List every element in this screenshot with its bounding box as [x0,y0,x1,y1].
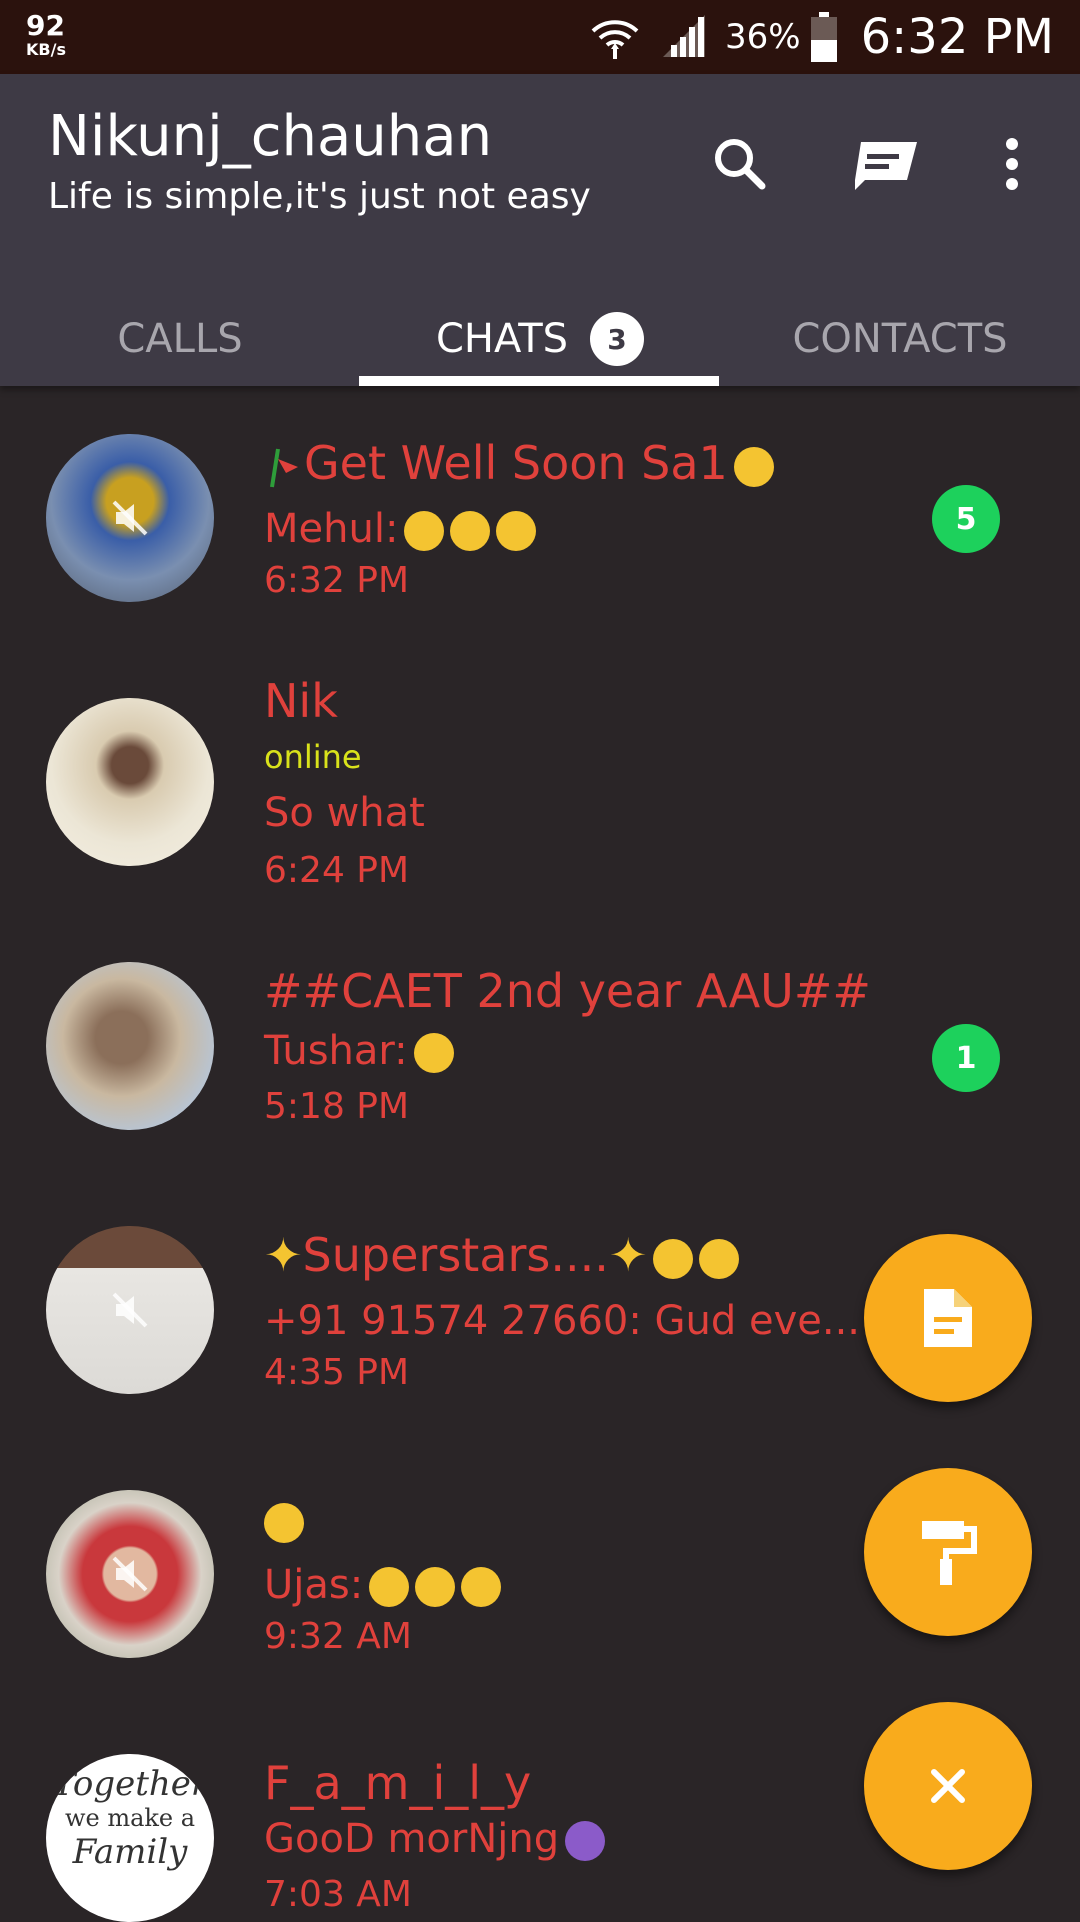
avatar-text: we make a [64,1804,196,1832]
chat-preview-text: Tushar: [264,1028,408,1074]
chat-name [264,1492,304,1546]
chat-time: 7:03 AM [264,1874,412,1915]
avatar-text: Family [72,1832,188,1872]
tab-bar: CALLS CHATS 3 CONTACTS [0,292,1080,386]
avatar-text: Together [52,1764,208,1804]
tab-chats-label: CHATS [435,316,569,362]
tongue-emoji-icon [496,511,537,551]
profile-status[interactable]: Life is simple,it's just not easy [48,176,591,217]
network-speed: 92 KB/s [26,12,66,58]
avatar [46,1490,214,1658]
tab-contacts[interactable]: CONTACTS [720,292,1080,386]
chat-time: 6:32 PM [264,560,410,601]
kiss-emoji-icon [415,1567,456,1607]
status-indicators: 36% 6:32 PM [589,0,1054,74]
unread-badge: 5 [932,485,1000,553]
close-fab[interactable] [864,1702,1032,1870]
chat-item-nik[interactable]: Nik online So what 6:24 PM [0,674,1080,894]
avatar [46,698,214,866]
compose-icon[interactable] [846,124,926,204]
chat-name-text: Superstars.... [302,1228,609,1282]
chat-name: ✦Superstars....✦ [264,1228,740,1282]
mute-icon [112,1292,148,1328]
devil-emoji-icon [565,1821,606,1861]
chat-preview-text: GooD morNjng [264,1816,560,1862]
online-status: online [264,738,362,776]
tab-calls[interactable]: CALLS [0,292,360,386]
chat-name: F_a_m_i_l_y [264,1756,532,1810]
paint-roller-icon [922,1521,977,1585]
tab-contacts-label: CONTACTS [792,316,1008,362]
tab-calls-label: CALLS [117,316,243,362]
tongue-emoji-icon [404,511,445,551]
avatar [46,434,214,602]
tab-chats-badge: 3 [590,312,645,366]
avatar [46,962,214,1130]
chat-preview: Ujas: [264,1562,502,1608]
status-bar: 92 KB/s 36% 6:32 PM [0,0,1080,74]
chat-item-caet[interactable]: ##CAET 2nd year AAU## Tushar: 5:18 PM 1 [0,958,1080,1158]
status-time: 6:32 PM [860,9,1054,65]
sparkles-icon: ✦ [608,1228,648,1282]
chat-name-text: Get Well Soon Sa1 [304,436,728,490]
network-speed-value: 92 [26,9,65,42]
more-options-icon[interactable] [972,124,1052,204]
kiss-emoji-icon [369,1567,410,1607]
chat-preview: +91 91574 27660: Gud eve... [264,1298,861,1344]
chat-preview-text: Mehul: [264,506,399,552]
tongue-emoji-icon [450,511,491,551]
battery-icon [810,12,837,62]
tab-chats[interactable]: CHATS 3 [360,292,720,386]
network-speed-unit: KB/s [26,40,66,59]
flushed-emoji-icon [413,1033,454,1073]
search-icon[interactable] [700,124,780,204]
chat-name: Nik [264,674,338,728]
chat-item-get-well-soon[interactable]: Get Well Soon Sa1 Mehul: 6:32 PM 5 [0,430,1080,630]
sparkles-icon: ✦ [264,1228,303,1282]
mute-icon [112,1556,148,1592]
wink-emoji-icon [653,1238,694,1279]
close-icon [931,1769,965,1803]
profile-name[interactable]: Nikunj_chauhan [48,104,492,169]
chat-name: Get Well Soon Sa1 [264,436,774,490]
app-header: Nikunj_chauhan Life is simple,it's just … [0,74,1080,386]
sunglasses-emoji-icon [699,1238,740,1279]
chat-preview: Tushar: [264,1028,454,1074]
avatar: Together we make a Family [46,1754,214,1922]
chat-name: ##CAET 2nd year AAU## [264,964,871,1018]
flower-icon [270,448,298,487]
chat-time: 6:24 PM [264,850,410,891]
new-document-icon [924,1289,972,1347]
chat-time: 9:32 AM [264,1616,412,1657]
sunglasses-emoji-icon [264,1502,304,1543]
chat-preview: GooD morNjng [264,1816,606,1862]
kiss-emoji-icon [461,1567,502,1607]
battery-percent: 36% [725,17,801,57]
mute-icon [112,500,148,536]
theme-fab[interactable] [864,1468,1032,1636]
chat-preview-text: Ujas: [264,1562,364,1608]
chat-preview: Mehul: [264,506,537,552]
chat-preview: So what [264,790,425,836]
signal-icon [663,15,706,57]
tab-indicator [359,376,719,386]
chat-time: 5:18 PM [264,1086,410,1127]
wifi-icon [591,20,639,59]
new-document-fab[interactable] [864,1234,1032,1402]
bandaged-face-emoji-icon [733,446,774,487]
unread-badge: 1 [932,1024,1000,1092]
avatar [46,1226,214,1394]
chat-time: 4:35 PM [264,1352,410,1393]
